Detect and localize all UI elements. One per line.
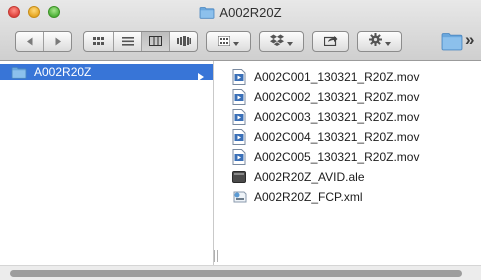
selected-folder-row[interactable]: A002R20Z [0,64,213,81]
list-view-button[interactable] [113,32,141,51]
finder-window: A002R20Z » A002R20Z A002C001_130321_R20Z… [0,0,481,280]
back-button[interactable] [16,32,43,51]
movie-file-icon [232,89,246,110]
file-name: A002C003_130321_R20Z.mov [254,110,420,124]
chevron-left-icon [26,33,34,51]
movie-file-icon [232,129,246,150]
share-button[interactable] [312,31,349,52]
chevron-down-icon [233,33,239,51]
file-name: A002C002_130321_R20Z.mov [254,90,420,104]
folder-icon [199,6,215,22]
gear-icon [368,32,382,51]
share-segment [313,32,348,51]
column-view-icon [149,33,162,51]
cover-flow-icon [176,33,191,51]
cover-flow-button[interactable] [169,32,197,51]
arrange-icon [217,33,231,51]
file-name: A002C001_130321_R20Z.mov [254,70,420,84]
selected-folder-label: A002R20Z [34,65,92,79]
ale-file-icon [232,169,246,190]
horizontal-scrollbar[interactable] [0,265,481,280]
forward-button[interactable] [43,32,71,51]
xml-file-icon [232,189,248,210]
arrange-button[interactable] [206,31,251,52]
window-title: A002R20Z [0,5,481,22]
disclosure-arrow-icon [198,68,204,86]
file-name: A002C004_130321_R20Z.mov [254,130,420,144]
movie-file-icon [232,109,246,130]
first-column [0,61,214,265]
icon-view-button[interactable] [84,32,113,51]
file-name: A002R20Z_FCP.xml [254,190,363,204]
dropbox-icon [270,33,284,51]
list-view-icon [121,33,134,51]
chevron-down-icon [287,33,293,51]
dropbox-button[interactable] [259,31,304,52]
toolbar-overflow-button[interactable]: » [465,30,474,50]
action-button[interactable] [357,31,402,52]
share-icon [323,33,338,51]
movie-file-icon [232,149,246,170]
nav-buttons [15,31,72,52]
file-name: A002C005_130321_R20Z.mov [254,150,420,164]
chevron-down-icon [384,33,391,51]
column-resize-handle[interactable] [214,250,220,262]
file-name: A002R20Z_AVID.ale [254,170,365,184]
action-segment [358,32,401,51]
view-mode-control [83,31,198,52]
scrollbar-thumb[interactable] [10,270,462,277]
window-title-text: A002R20Z [219,5,282,20]
folder-icon [11,66,27,84]
title-toolbar-area: A002R20Z » [0,0,481,61]
arrange-segment [207,32,250,51]
movie-file-icon [232,69,246,90]
path-folder-icon[interactable] [441,31,463,56]
chevron-right-icon [54,33,62,51]
icon-view-icon [93,33,104,51]
column-view-button[interactable] [141,32,169,51]
dropbox-segment [260,32,303,51]
